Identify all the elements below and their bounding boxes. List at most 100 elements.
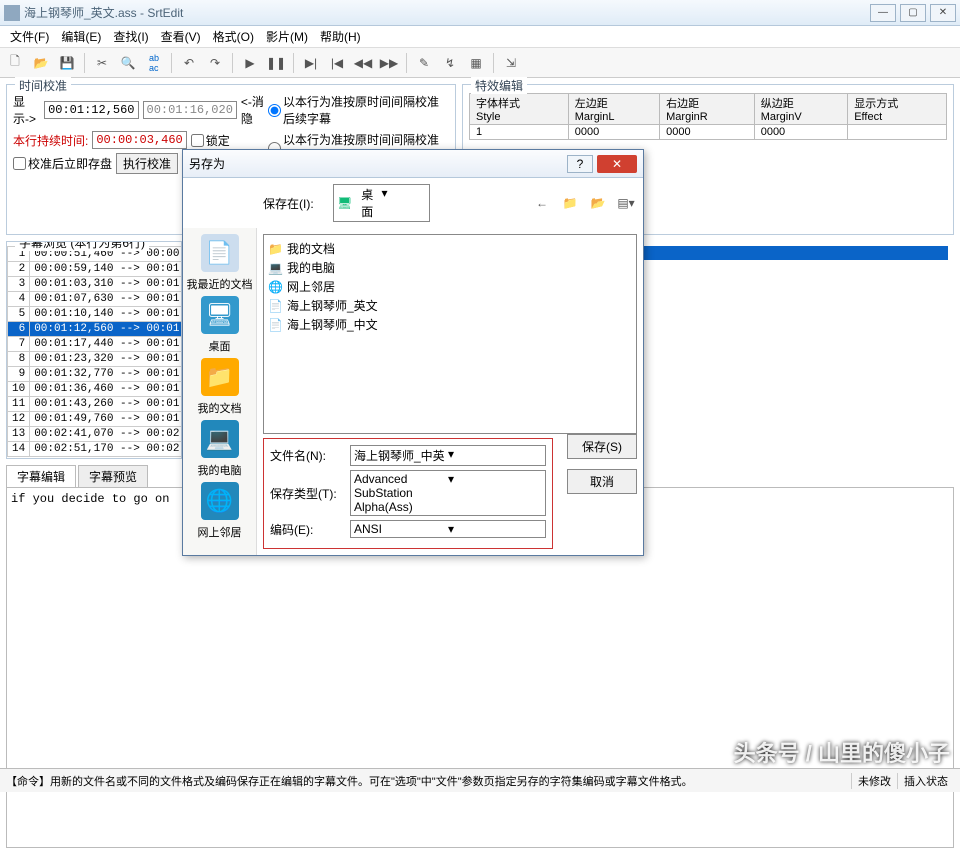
- menu-find[interactable]: 查找(I): [107, 28, 154, 45]
- file-item[interactable]: 🌐网上邻居: [268, 277, 632, 296]
- skip-end-icon[interactable]: ▶|: [300, 52, 322, 74]
- skip-start-icon[interactable]: |◀: [326, 52, 348, 74]
- col-marginr: 右边距 MarginR: [660, 94, 755, 125]
- timecode-start-input[interactable]: 00:01:12,560: [44, 101, 138, 119]
- filename-input[interactable]: 海上钢琴师_中英▾: [350, 445, 546, 466]
- save-button[interactable]: 保存(S): [567, 434, 637, 459]
- recent-docs-icon[interactable]: 📄: [201, 234, 239, 272]
- subtitle-row[interactable]: 300:01:03,310 --> 00:01:: [8, 277, 183, 292]
- undo-icon[interactable]: ↶: [178, 52, 200, 74]
- savein-combo[interactable]: 🖥桌面▾: [333, 184, 430, 222]
- lock-checkbox[interactable]: 锁定: [191, 132, 230, 149]
- play-icon[interactable]: ▶: [239, 52, 261, 74]
- menu-edit[interactable]: 编辑(E): [55, 28, 107, 45]
- file-item[interactable]: 📁我的文档: [268, 239, 632, 258]
- file-icon: 📄: [268, 318, 283, 332]
- mydocs-icon[interactable]: 📁: [201, 358, 239, 396]
- tool1-icon[interactable]: ✎: [413, 52, 435, 74]
- back-icon[interactable]: ←: [531, 192, 553, 214]
- maximize-button[interactable]: ▢: [900, 4, 926, 22]
- tab-subpreview[interactable]: 字幕预览: [78, 465, 148, 487]
- subtitle-row[interactable]: 1300:02:41,070 --> 00:02:: [8, 427, 183, 442]
- duration-display: 00:00:03,460: [92, 131, 186, 149]
- window-title: 海上钢琴师_英文.ass - SrtEdit: [24, 4, 870, 21]
- forward-icon[interactable]: ▶▶: [378, 52, 400, 74]
- calib-option-1[interactable]: 以本行为准按原时间间隔校准后续字幕: [268, 93, 449, 127]
- places-bar: 📄 我最近的文档 🖥 桌面 📁 我的文档 💻 我的电脑 🌐 网上邻居: [183, 228, 257, 555]
- network-icon[interactable]: 🌐: [201, 482, 239, 520]
- menu-format[interactable]: 格式(O): [207, 28, 260, 45]
- dialog-help-button[interactable]: ?: [567, 155, 593, 173]
- subtitle-list-groupbox: 字幕浏览 (本行为第6行) 100:00:51,460 --> 00:00:20…: [6, 241, 182, 459]
- subtitle-row[interactable]: 200:00:59,140 --> 00:01:: [8, 262, 183, 277]
- replace-icon[interactable]: abac: [143, 52, 165, 74]
- file-item[interactable]: 💻我的电脑: [268, 258, 632, 277]
- file-item[interactable]: 📄海上钢琴师_英文: [268, 296, 632, 315]
- status-insert: 插入状态: [897, 773, 954, 789]
- subtitle-table[interactable]: 100:00:51,460 --> 00:00:200:00:59,140 --…: [7, 246, 182, 457]
- viewmenu-icon[interactable]: ▤▾: [615, 192, 637, 214]
- tab-subedit[interactable]: 字幕编辑: [6, 465, 76, 487]
- redo-icon[interactable]: ↷: [204, 52, 226, 74]
- save-after-checkbox[interactable]: 校准后立即存盘: [13, 155, 112, 172]
- status-label: 【命令】: [6, 773, 50, 789]
- rewind-icon[interactable]: ◀◀: [352, 52, 374, 74]
- subtitle-row[interactable]: 500:01:10,140 --> 00:01:: [8, 307, 183, 322]
- newfolder-icon[interactable]: 📂: [587, 192, 609, 214]
- subtitle-row[interactable]: 800:01:23,320 --> 00:01:: [8, 352, 183, 367]
- effect-row[interactable]: 1000000000000: [470, 125, 947, 140]
- dialog-title: 另存为: [189, 155, 567, 172]
- subtitle-row[interactable]: 600:01:12,560 --> 00:01:: [8, 322, 183, 337]
- filetype-combo[interactable]: Advanced SubStation Alpha(Ass)▾: [350, 470, 546, 516]
- duration-label: 本行持续时间:: [13, 132, 88, 149]
- mycomputer-icon[interactable]: 💻: [201, 420, 239, 458]
- up-icon[interactable]: 📁: [559, 192, 581, 214]
- menu-view[interactable]: 查看(V): [155, 28, 207, 45]
- status-text: 用新的文件名或不同的文件格式及编码保存正在编辑的字幕文件。可在"选项"中"文件"…: [50, 773, 851, 789]
- cut-icon[interactable]: ✂: [91, 52, 113, 74]
- subtitle-row[interactable]: 400:01:07,630 --> 00:01:: [8, 292, 183, 307]
- subtitle-row[interactable]: 1000:01:36,460 --> 00:01:: [8, 382, 183, 397]
- pause-icon[interactable]: ❚❚: [265, 52, 287, 74]
- watermark: 头条号 / 山里的傻小子: [734, 736, 950, 768]
- save-icon[interactable]: 💾: [56, 52, 78, 74]
- dialog-close-button[interactable]: ✕: [597, 155, 637, 173]
- menu-help[interactable]: 帮助(H): [314, 28, 367, 45]
- subtitle-row[interactable]: 700:01:17,440 --> 00:01:: [8, 337, 183, 352]
- file-list[interactable]: 📁我的文档💻我的电脑🌐网上邻居📄海上钢琴师_英文📄海上钢琴师_中文: [263, 234, 637, 434]
- subtitle-row[interactable]: 1200:01:49,760 --> 00:01:: [8, 412, 183, 427]
- new-icon[interactable]: 🗋: [4, 52, 26, 74]
- timecode-end-input[interactable]: 00:01:16,020: [143, 101, 237, 119]
- savein-label: 保存在(I):: [263, 195, 327, 212]
- subtitle-row[interactable]: 1400:02:51,170 --> 00:02:: [8, 442, 183, 457]
- filename-label: 文件名(N):: [270, 447, 344, 464]
- file-item[interactable]: 📄海上钢琴师_中文: [268, 315, 632, 334]
- subtitle-row[interactable]: 900:01:32,770 --> 00:01:: [8, 367, 183, 382]
- encoding-combo[interactable]: ANSI▾: [350, 520, 546, 538]
- col-marginv: 纵边距 MarginV: [754, 94, 848, 125]
- minimize-button[interactable]: —: [870, 4, 896, 22]
- status-modified: 未修改: [851, 773, 897, 789]
- open-icon[interactable]: 📂: [30, 52, 52, 74]
- toolbar: 🗋 📂 💾 ✂ 🔍 abac ↶ ↷ ▶ ❚❚ ▶| |◀ ◀◀ ▶▶ ✎ ↯ …: [0, 48, 960, 78]
- exit-icon[interactable]: ⇲: [500, 52, 522, 74]
- app-icon: [4, 5, 20, 21]
- folder-icon: 📁: [268, 242, 283, 256]
- window-titlebar: 海上钢琴师_英文.ass - SrtEdit — ▢ ✕: [0, 0, 960, 26]
- tool2-icon[interactable]: ↯: [439, 52, 461, 74]
- hide-label: <-消隐: [241, 93, 268, 127]
- desktop-icon: 🖥: [337, 196, 357, 210]
- subtitle-row[interactable]: 1100:01:43,260 --> 00:01:: [8, 397, 183, 412]
- col-style: 字体样式 Style: [470, 94, 569, 125]
- find-icon[interactable]: 🔍: [117, 52, 139, 74]
- effect-table[interactable]: 字体样式 Style 左边距 MarginL 右边距 MarginR 纵边距 M…: [469, 93, 947, 140]
- cancel-button[interactable]: 取消: [567, 469, 637, 494]
- menubar: 文件(F) 编辑(E) 查找(I) 查看(V) 格式(O) 影片(M) 帮助(H…: [0, 26, 960, 48]
- tool3-icon[interactable]: ▦: [465, 52, 487, 74]
- desktop-place-icon[interactable]: 🖥: [201, 296, 239, 334]
- window-close-button[interactable]: ✕: [930, 4, 956, 22]
- save-as-dialog: 另存为 ? ✕ 保存在(I): 🖥桌面▾ ← 📁 📂 ▤▾ 📄 我最近的文档 🖥…: [182, 149, 644, 556]
- exec-calibrate-button[interactable]: 执行校准: [116, 153, 178, 174]
- menu-movie[interactable]: 影片(M): [260, 28, 314, 45]
- menu-file[interactable]: 文件(F): [4, 28, 55, 45]
